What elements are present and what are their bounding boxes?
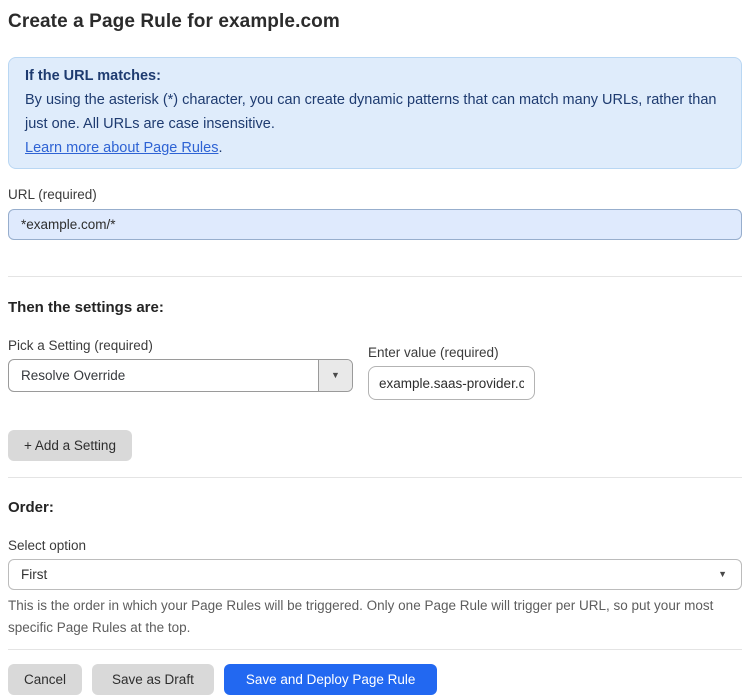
page-title: Create a Page Rule for example.com: [8, 11, 340, 32]
url-input[interactable]: [8, 209, 742, 240]
setting-value-input[interactable]: [368, 366, 535, 400]
section-divider: [8, 649, 742, 650]
setting-picker-arrow-box: ▼: [318, 360, 352, 391]
setting-picker-dropdown[interactable]: Resolve Override ▼: [8, 359, 353, 392]
setting-value-label: Enter value (required): [368, 345, 499, 360]
order-select-dropdown[interactable]: First ▼: [8, 559, 742, 590]
save-and-deploy-button[interactable]: Save and Deploy Page Rule: [223, 664, 438, 695]
order-select-label: Select option: [8, 538, 87, 553]
link-period: .: [218, 140, 223, 156]
add-setting-button[interactable]: + Add a Setting: [8, 430, 132, 461]
setting-picker-label: Pick a Setting (required): [8, 338, 153, 353]
settings-row: Pick a Setting (required) Resolve Overri…: [8, 337, 742, 400]
settings-section-heading: Then the settings are:: [8, 299, 164, 316]
order-section-heading: Order:: [8, 499, 54, 516]
info-box-link-line: Learn more about Page Rules.: [25, 136, 725, 160]
save-as-draft-button[interactable]: Save as Draft: [92, 664, 214, 695]
chevron-down-icon: ▼: [331, 370, 340, 380]
section-divider: [8, 477, 742, 478]
chevron-down-icon: ▼: [718, 569, 727, 579]
info-box-heading: If the URL matches:: [25, 68, 161, 84]
page-rule-form: Create a Page Rule for example.com If th…: [0, 0, 750, 695]
cancel-button[interactable]: Cancel: [8, 664, 83, 695]
url-field-label: URL (required): [8, 187, 97, 202]
order-selected-value: First: [21, 567, 48, 582]
section-divider: [8, 276, 742, 277]
setting-picker-selected-value: Resolve Override: [21, 368, 126, 383]
order-help-text: This is the order in which your Page Rul…: [8, 598, 714, 635]
footer-actions: Cancel Save as Draft Save and Deploy Pag…: [8, 664, 742, 695]
info-box-body: By using the asterisk (*) character, you…: [25, 92, 717, 132]
url-match-info-box: If the URL matches: By using the asteris…: [8, 57, 742, 169]
setting-value-column: Enter value (required): [368, 344, 535, 400]
learn-more-link[interactable]: Learn more about Page Rules: [25, 140, 218, 156]
setting-picker-column: Pick a Setting (required) Resolve Overri…: [8, 337, 353, 392]
